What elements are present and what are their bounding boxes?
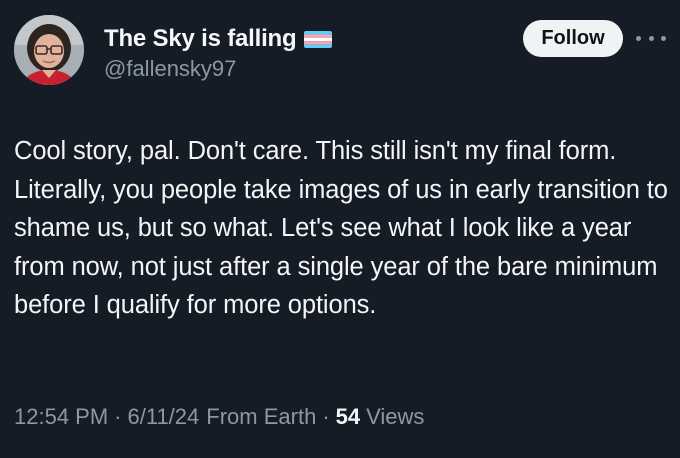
tweet-text: Cool story, pal. Don't care. This still … xyxy=(14,137,668,319)
follow-button[interactable]: Follow xyxy=(523,20,623,57)
transgender-flag-icon xyxy=(304,30,333,48)
tweet-time[interactable]: 12:54 PM xyxy=(14,404,108,430)
avatar[interactable] xyxy=(14,15,84,85)
views-label: Views xyxy=(366,404,425,429)
tweet-source: From Earth xyxy=(206,404,317,429)
meta-separator: · xyxy=(114,404,122,429)
avatar-photo xyxy=(14,15,84,85)
views-count[interactable]: 54 xyxy=(336,404,360,430)
author-handle[interactable]: @fallensky97 xyxy=(104,56,236,82)
meta-separator-2: · xyxy=(322,404,330,429)
more-horizontal-icon[interactable] xyxy=(636,28,666,48)
tweet-meta: 12:54 PM · 6/11/24 From Earth · 54 Views xyxy=(14,404,424,430)
author-display-name[interactable]: The Sky is falling xyxy=(104,25,297,53)
author-name-row: The Sky is falling xyxy=(104,24,333,54)
tweet-date[interactable]: 6/11/24 xyxy=(128,404,200,430)
